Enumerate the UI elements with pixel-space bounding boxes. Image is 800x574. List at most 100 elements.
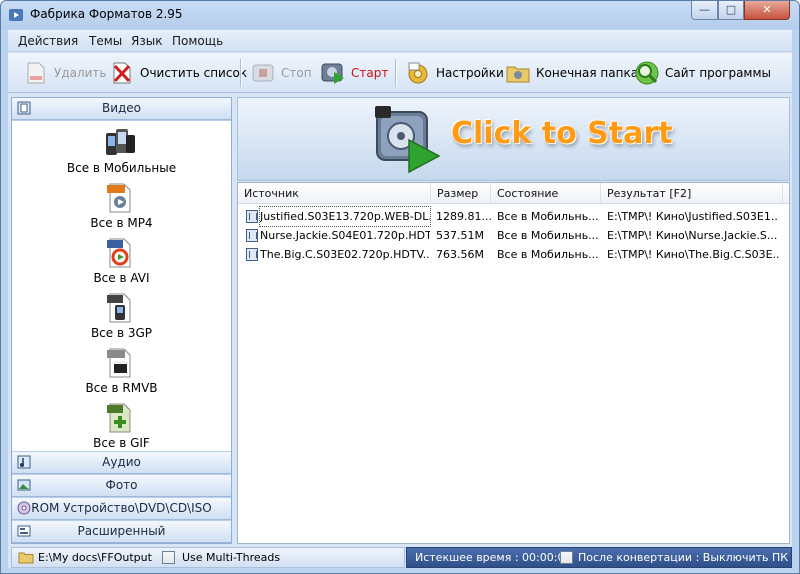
website-button[interactable]: Сайт программы [634, 57, 771, 89]
title-bar: Фабрика Форматов 2.95 — □ ✕ [1, 1, 799, 29]
app-icon [9, 9, 23, 21]
delete-label: Удалить [54, 66, 107, 80]
clear-list-label: Очистить список [140, 66, 248, 80]
output-folder-button[interactable]: Конечная папка [505, 57, 638, 89]
category-rom-device[interactable]: ROM Устройство\DVD\CD\ISO [12, 498, 231, 520]
category-audio-label: Аудио [102, 455, 141, 469]
column-source[interactable]: Источник [238, 183, 431, 204]
table-row[interactable]: Justified.S03E13.720p.WEB-DL.... 1289.81… [238, 206, 789, 227]
format-item-gif[interactable]: Все в GIF [12, 398, 231, 451]
minimize-button[interactable]: — [691, 1, 718, 20]
menu-help[interactable]: Помощь [172, 34, 223, 48]
gif-file-icon [107, 403, 131, 433]
advanced-icon [17, 525, 31, 537]
website-label: Сайт программы [665, 66, 771, 80]
category-photo[interactable]: Фото [12, 475, 231, 497]
folder-icon [506, 66, 530, 83]
output-folder-icon[interactable] [18, 551, 34, 564]
category-video-label: Видео [101, 101, 142, 115]
music-note-icon [17, 455, 31, 469]
window-title: Фабрика Форматов 2.95 [30, 7, 183, 21]
cell-status: Все в Мобильнь... [497, 248, 599, 261]
cell-size: 763.56M [436, 248, 484, 261]
toolbar-separator [395, 59, 396, 87]
format-label: Все в Мобильные [66, 161, 177, 175]
category-advanced-label: Расширенный [77, 524, 166, 538]
start-banner[interactable]: Click to Start [237, 97, 790, 181]
cell-status: Все в Мобильнь... [497, 229, 599, 242]
app-window: Фабрика Форматов 2.95 — □ ✕ Действия Тем… [0, 0, 800, 574]
format-label: Все в GIF [93, 436, 150, 450]
status-progress-section: Истекшее время : 00:00:00 После конверта… [406, 547, 792, 568]
click-to-start-text[interactable]: Click to Start [451, 116, 672, 151]
category-rom-label: ROM Устройство\DVD\CD\ISO [31, 501, 212, 515]
globe-icon [635, 61, 659, 85]
delete-button[interactable]: Удалить [23, 57, 107, 89]
mp4-file-icon [107, 183, 131, 213]
video-file-icon [246, 210, 258, 223]
3gp-file-icon [107, 293, 131, 323]
stop-button[interactable]: Стоп [250, 57, 312, 89]
client-area: Действия Темы Язык Помощь Удалить Очисти… [8, 30, 792, 568]
avi-file-icon [107, 238, 131, 268]
toolbar: Удалить Очистить список Стоп Старт Настр… [8, 53, 792, 93]
menu-bar: Действия Темы Язык Помощь [8, 30, 792, 52]
menu-actions[interactable]: Действия [18, 34, 78, 48]
settings-icon [408, 62, 428, 84]
category-video[interactable]: Видео [12, 98, 231, 120]
start-button[interactable]: Старт [320, 57, 388, 89]
close-button[interactable]: ✕ [744, 1, 790, 20]
category-photo-label: Фото [105, 478, 138, 492]
format-label: Все в AVI [93, 271, 150, 285]
clear-list-button[interactable]: Очистить список [109, 57, 247, 89]
cell-size: 537.51M [436, 229, 484, 242]
format-item-avi[interactable]: Все в AVI [12, 233, 231, 288]
format-item-3gp[interactable]: Все в 3GP [12, 288, 231, 343]
mobile-phones-icon [106, 129, 135, 155]
multithread-checkbox[interactable] [162, 551, 175, 564]
table-row[interactable]: The.Big.C.S03E02.720p.HDTV.... 763.56M В… [238, 245, 789, 264]
menu-themes[interactable]: Темы [89, 34, 122, 48]
output-path[interactable]: E:\My docs\FFOutput [38, 551, 152, 564]
cell-source: The.Big.C.S03E02.720p.HDTV.... [260, 248, 430, 261]
cell-size: 1289.81... [436, 210, 491, 223]
column-size[interactable]: Размер [431, 183, 491, 204]
maximize-button[interactable]: □ [718, 1, 744, 20]
clear-list-icon [113, 62, 131, 84]
format-panel: Видео Все в Мобильные Все в MP4 Все в AV… [11, 97, 232, 544]
output-folder-label: Конечная папка [536, 66, 639, 80]
disc-icon [17, 501, 31, 515]
photo-icon [17, 479, 31, 491]
status-bar: E:\My docs\FFOutput Use Multi-Threads Ис… [8, 547, 792, 568]
format-item-mobile[interactable]: Все в Мобильные [12, 123, 231, 178]
cell-result: E:\TMP\! Кино\Justified.S03E1... [607, 210, 779, 223]
film-icon [17, 101, 31, 115]
stop-label: Стоп [281, 66, 312, 80]
status-output-section: E:\My docs\FFOutput Use Multi-Threads [11, 547, 405, 568]
toolbar-separator [240, 59, 241, 87]
start-icon [321, 63, 344, 84]
menu-language[interactable]: Язык [131, 34, 162, 48]
cell-source: Justified.S03E13.720p.WEB-DL.... [259, 206, 431, 227]
format-item-mp4[interactable]: Все в MP4 [12, 178, 231, 233]
column-status[interactable]: Состояние [491, 183, 601, 204]
format-item-rmvb[interactable]: Все в RMVB [12, 343, 231, 398]
start-conversion-icon [375, 106, 441, 174]
format-label: Все в RMVB [85, 381, 158, 395]
category-advanced[interactable]: Расширенный [12, 521, 231, 543]
cell-result: E:\TMP\! Кино\The.Big.C.S03E... [607, 248, 779, 261]
settings-label: Настройки [436, 66, 504, 80]
file-list-header: Источник Размер Состояние Результат [F2] [238, 183, 789, 204]
column-result[interactable]: Результат [F2] [601, 183, 783, 204]
after-convert-checkbox[interactable] [560, 551, 573, 564]
video-file-icon [246, 229, 258, 242]
category-audio[interactable]: Аудио [12, 452, 231, 474]
file-list: Источник Размер Состояние Результат [F2]… [237, 182, 790, 544]
elapsed-time: Истекшее время : 00:00:00 [415, 551, 572, 564]
stop-icon [252, 64, 274, 82]
table-row[interactable]: Nurse.Jackie.S04E01.720p.HDT... 537.51M … [238, 226, 789, 245]
cell-source: Nurse.Jackie.S04E01.720p.HDT... [260, 229, 430, 242]
multithread-label: Use Multi-Threads [182, 551, 281, 564]
settings-button[interactable]: Настройки [405, 57, 504, 89]
video-format-list: Все в Мобильные Все в MP4 Все в AVI Все … [12, 121, 231, 451]
